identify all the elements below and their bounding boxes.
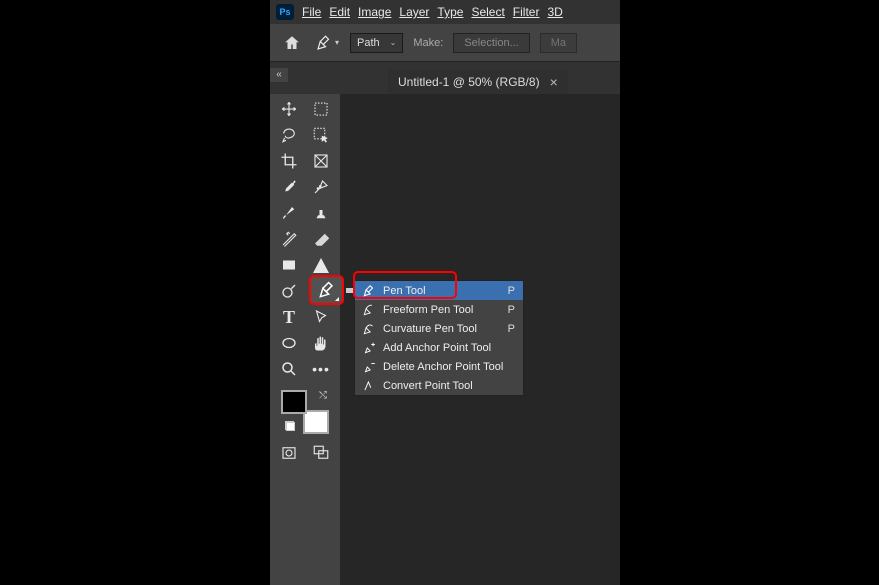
- pen-tool-preset[interactable]: ▾: [314, 32, 340, 54]
- color-swatches[interactable]: ⤭: [281, 390, 329, 434]
- menu-edit[interactable]: Edit: [329, 5, 350, 19]
- flyout-label: Convert Point Tool: [383, 380, 509, 392]
- history-brush-tool[interactable]: [277, 228, 301, 250]
- menu-file[interactable]: File: [302, 5, 321, 19]
- default-colors-icon[interactable]: [285, 421, 295, 431]
- gradient-tool[interactable]: [277, 254, 301, 276]
- freeform-pen-icon: [361, 303, 377, 317]
- pen-tool-highlighted[interactable]: [309, 275, 344, 305]
- ps-logo[interactable]: Ps: [276, 4, 294, 20]
- flyout-label: Freeform Pen Tool: [383, 304, 502, 316]
- type-tool[interactable]: T: [277, 306, 301, 328]
- foreground-color[interactable]: [281, 390, 307, 414]
- pen-icon: [361, 284, 377, 298]
- options-bar: ▾ Path ⌄ Make: Selection... Ma: [270, 24, 620, 62]
- menu-image[interactable]: Image: [358, 5, 391, 19]
- healing-brush-tool[interactable]: [309, 176, 333, 198]
- menu-type[interactable]: Type: [437, 5, 463, 19]
- marquee-tool[interactable]: [309, 98, 333, 120]
- dodge-tool[interactable]: [277, 280, 301, 302]
- add-anchor-icon: [361, 341, 377, 355]
- path-mode-dropdown[interactable]: Path ⌄: [350, 33, 403, 53]
- menu-filter[interactable]: Filter: [513, 5, 540, 19]
- flyout-freeform-pen[interactable]: Freeform Pen Tool P: [355, 300, 523, 319]
- chevron-down-icon: ⌄: [390, 38, 397, 47]
- menu-3d[interactable]: 3D: [547, 5, 562, 19]
- flyout-delete-anchor[interactable]: Delete Anchor Point Tool: [355, 357, 523, 376]
- hand-tool[interactable]: [309, 332, 333, 354]
- flyout-label: Delete Anchor Point Tool: [383, 361, 509, 373]
- lasso-tool[interactable]: [277, 124, 301, 146]
- flyout-label: Pen Tool: [383, 285, 502, 297]
- zoom-tool[interactable]: [277, 358, 301, 380]
- crop-tool[interactable]: [277, 150, 301, 172]
- path-select-tool[interactable]: [309, 306, 333, 328]
- quick-select-tool[interactable]: [309, 124, 333, 146]
- flyout-pen-tool[interactable]: Pen Tool P: [355, 281, 523, 300]
- quick-mask-button[interactable]: [277, 442, 301, 464]
- document-tab[interactable]: Untitled-1 @ 50% (RGB/8) ×: [388, 70, 568, 94]
- screen-mode-button[interactable]: [309, 442, 333, 464]
- shape-tool[interactable]: [277, 332, 301, 354]
- make-selection-button[interactable]: Selection...: [453, 33, 529, 53]
- flyout-add-anchor[interactable]: Add Anchor Point Tool: [355, 338, 523, 357]
- flyout-label: Curvature Pen Tool: [383, 323, 502, 335]
- swap-colors-icon[interactable]: ⤭: [319, 390, 327, 401]
- flyout-shortcut: P: [508, 304, 515, 316]
- menu-layer[interactable]: Layer: [399, 5, 429, 19]
- close-icon[interactable]: ×: [550, 74, 558, 90]
- clone-stamp-tool[interactable]: [309, 202, 333, 224]
- brush-tool[interactable]: [277, 202, 301, 224]
- delete-anchor-icon: [361, 360, 377, 374]
- flyout-indicator-icon: [335, 297, 339, 301]
- home-icon[interactable]: [280, 31, 304, 55]
- make-label: Make:: [413, 37, 443, 49]
- edit-toolbar-button[interactable]: •••: [309, 358, 333, 380]
- flyout-shortcut: P: [508, 323, 515, 335]
- blur-tool[interactable]: [309, 254, 333, 276]
- document-title: Untitled-1 @ 50% (RGB/8): [398, 75, 540, 89]
- convert-point-icon: [361, 379, 377, 393]
- curvature-pen-icon: [361, 322, 377, 336]
- document-tabstrip: Untitled-1 @ 50% (RGB/8) ×: [388, 70, 568, 94]
- flyout-shortcut: P: [508, 285, 515, 297]
- eraser-tool[interactable]: [309, 228, 333, 250]
- flyout-convert-point[interactable]: Convert Point Tool: [355, 376, 523, 395]
- panel-collapse-button[interactable]: «: [270, 68, 288, 82]
- path-mode-label: Path: [357, 37, 380, 49]
- pen-tool-flyout: Pen Tool P Freeform Pen Tool P Curvature…: [354, 280, 524, 396]
- make-mask-button[interactable]: Ma: [540, 33, 577, 53]
- menu-select[interactable]: Select: [471, 5, 504, 19]
- flyout-curvature-pen[interactable]: Curvature Pen Tool P: [355, 319, 523, 338]
- menubar: Ps File Edit Image Layer Type Select Fil…: [270, 0, 620, 24]
- chevron-down-icon: ▾: [335, 38, 339, 47]
- flyout-label: Add Anchor Point Tool: [383, 342, 509, 354]
- eyedropper-tool[interactable]: [277, 176, 301, 198]
- frame-tool[interactable]: [309, 150, 333, 172]
- toolbox: T ••• ⤭: [270, 94, 340, 585]
- flyout-connector: [346, 288, 354, 293]
- move-tool[interactable]: [277, 98, 301, 120]
